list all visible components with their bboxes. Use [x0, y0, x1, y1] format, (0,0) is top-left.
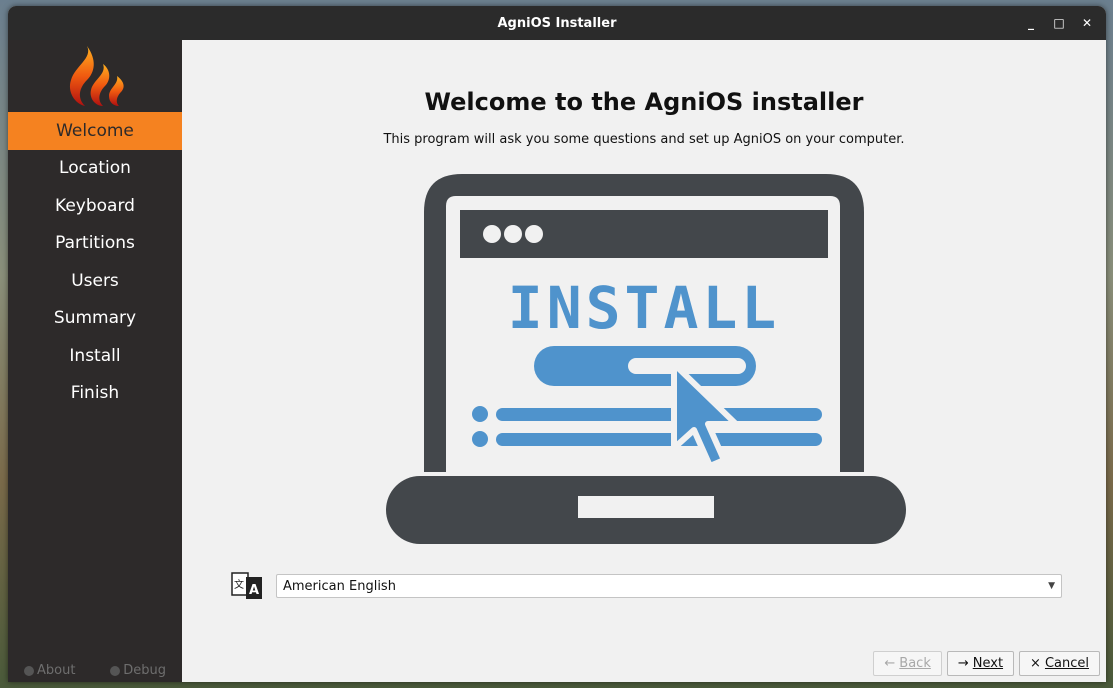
- window-title: AgniOS Installer: [497, 15, 617, 31]
- flame-logo: [8, 40, 182, 112]
- bug-icon: [110, 665, 121, 676]
- chevron-down-icon: ▼: [1048, 581, 1055, 591]
- info-icon: [24, 665, 34, 676]
- arrow-right-icon: →: [957, 656, 969, 671]
- language-row: 文 A American English ▼: [230, 566, 1062, 606]
- navigation-buttons: ← Back → Next × Cancel: [873, 651, 1100, 676]
- sidebar-item-keyboard[interactable]: Keyboard: [8, 187, 182, 225]
- page-subtitle: This program will ask you some questions…: [383, 132, 905, 147]
- back-label: Back: [899, 656, 931, 671]
- next-label: Next: [972, 656, 1004, 671]
- laptop-install-illustration: INSTALL: [386, 174, 906, 544]
- cancel-label: Cancel: [1044, 656, 1089, 671]
- translate-icon: 文 A: [231, 572, 262, 599]
- maximize-button[interactable]: □: [1048, 12, 1070, 34]
- about-label: About: [37, 663, 76, 678]
- debug-button[interactable]: Debug: [110, 663, 166, 678]
- close-window-button[interactable]: ✕: [1076, 12, 1098, 34]
- illustration-install-text: INSTALL: [508, 274, 780, 342]
- minimize-icon: _: [1028, 16, 1034, 30]
- cancel-x-icon: ×: [1030, 656, 1041, 671]
- cancel-button[interactable]: × Cancel: [1019, 651, 1100, 676]
- sidebar-item-location[interactable]: Location: [8, 150, 182, 188]
- sidebar-item-partitions[interactable]: Partitions: [8, 225, 182, 263]
- sidebar: Welcome Location Keyboard Partitions Use…: [8, 40, 182, 682]
- language-select[interactable]: American English ▼: [276, 574, 1062, 598]
- minimize-button[interactable]: _: [1020, 12, 1042, 34]
- debug-label: Debug: [123, 663, 166, 678]
- maximize-icon: □: [1053, 16, 1065, 30]
- arrow-left-icon: ←: [884, 656, 896, 671]
- main-content: Welcome to the AgniOS installer This pro…: [182, 40, 1106, 682]
- next-button[interactable]: → Next: [946, 651, 1015, 676]
- page-title: Welcome to the AgniOS installer: [424, 88, 864, 116]
- about-button[interactable]: About: [24, 663, 75, 678]
- svg-text:文: 文: [234, 578, 244, 591]
- svg-text:A: A: [249, 583, 259, 598]
- sidebar-item-summary[interactable]: Summary: [8, 300, 182, 338]
- flame-logo-icon: [69, 46, 124, 106]
- window-controls: _ □ ✕: [1020, 6, 1098, 40]
- installer-window: AgniOS Installer _ □ ✕ Welcome Location …: [8, 6, 1106, 682]
- sidebar-item-install[interactable]: Install: [8, 337, 182, 375]
- sidebar-item-users[interactable]: Users: [8, 262, 182, 300]
- sidebar-item-finish[interactable]: Finish: [8, 375, 182, 413]
- titlebar: AgniOS Installer _ □ ✕: [8, 6, 1106, 40]
- close-icon: ✕: [1081, 16, 1093, 30]
- back-button[interactable]: ← Back: [873, 651, 942, 676]
- sidebar-item-welcome[interactable]: Welcome: [8, 112, 182, 150]
- language-select-value: American English: [283, 578, 396, 594]
- sidebar-footer: About Debug: [8, 663, 182, 678]
